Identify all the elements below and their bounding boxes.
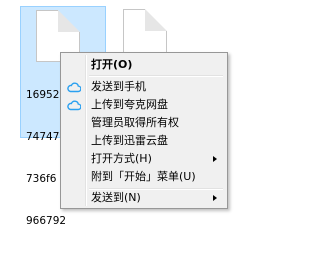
menu-item-label: 上传到夸克网盘 (91, 98, 168, 111)
menu-item-label: 发送到(N) (91, 191, 141, 204)
menu-item-label: 打开方式(H) (91, 152, 152, 165)
menu-item-send-to-phone[interactable]: 发送到手机 (63, 78, 225, 96)
file-name-line: 966792 (26, 215, 67, 227)
menu-item-pin-to-start[interactable]: 附到「开始」菜单(U) (63, 168, 225, 186)
menu-item-label: 附到「开始」菜单(U) (91, 170, 196, 183)
menu-item-label: 打开(O) (91, 58, 133, 71)
menu-item-label: 管理员取得所有权 (91, 116, 179, 129)
menu-item-upload-quark[interactable]: 上传到夸克网盘 (63, 96, 225, 114)
menu-item-open-with[interactable]: 打开方式(H) (63, 150, 225, 168)
cloud-icon (67, 100, 81, 111)
menu-separator (89, 75, 223, 77)
submenu-arrow-icon (213, 195, 217, 201)
context-menu: 打开(O) 发送到手机 上传到夸克网盘 管理员取得所有权 上传到迅雷云盘 打开方… (60, 52, 228, 209)
cloud-icon (67, 82, 81, 93)
menu-item-take-ownership[interactable]: 管理员取得所有权 (63, 114, 225, 132)
menu-item-label: 上传到迅雷云盘 (91, 134, 168, 147)
menu-item-open[interactable]: 打开(O) (63, 56, 225, 74)
menu-item-upload-xunlei[interactable]: 上传到迅雷云盘 (63, 132, 225, 150)
submenu-arrow-icon (213, 156, 217, 162)
file-item[interactable] (117, 6, 177, 61)
menu-item-label: 发送到手机 (91, 80, 146, 93)
menu-item-send-to[interactable]: 发送到(N) (63, 189, 225, 207)
